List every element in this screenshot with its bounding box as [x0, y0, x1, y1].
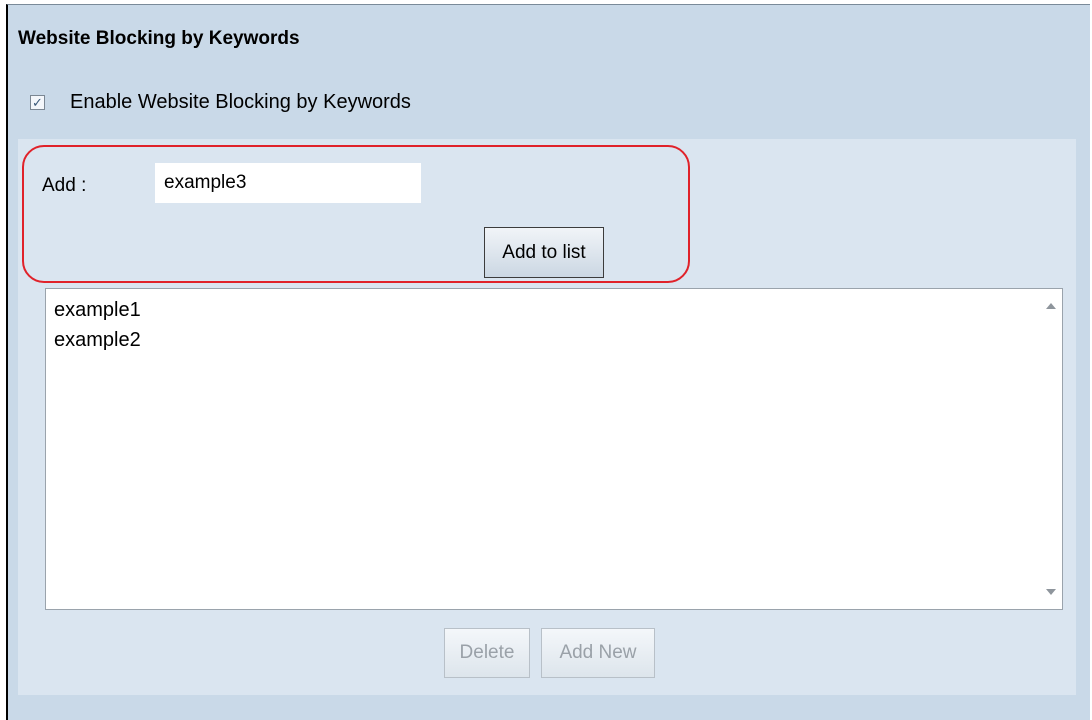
keyword-input[interactable] [155, 163, 421, 203]
keyword-list-items: example1 example2 [54, 295, 141, 355]
enable-label: Enable Website Blocking by Keywords [70, 91, 411, 113]
section-title: Website Blocking by Keywords [18, 28, 300, 49]
add-to-list-button[interactable]: Add to list [484, 227, 604, 278]
list-item[interactable]: example2 [54, 325, 141, 355]
scroll-down-arrow-icon[interactable] [1046, 589, 1056, 595]
list-item[interactable]: example1 [54, 295, 141, 325]
add-label: Add : [42, 175, 87, 196]
checkmark-icon: ✓ [32, 95, 43, 110]
delete-button[interactable]: Delete [444, 628, 530, 678]
keyword-list[interactable]: example1 example2 [45, 288, 1063, 610]
add-new-button[interactable]: Add New [541, 628, 655, 678]
enable-row: ✓ Enable Website Blocking by Keywords [30, 91, 411, 114]
enable-checkbox[interactable]: ✓ [30, 95, 45, 110]
list-scrollbar[interactable] [1042, 289, 1062, 609]
scroll-up-arrow-icon[interactable] [1046, 303, 1056, 309]
